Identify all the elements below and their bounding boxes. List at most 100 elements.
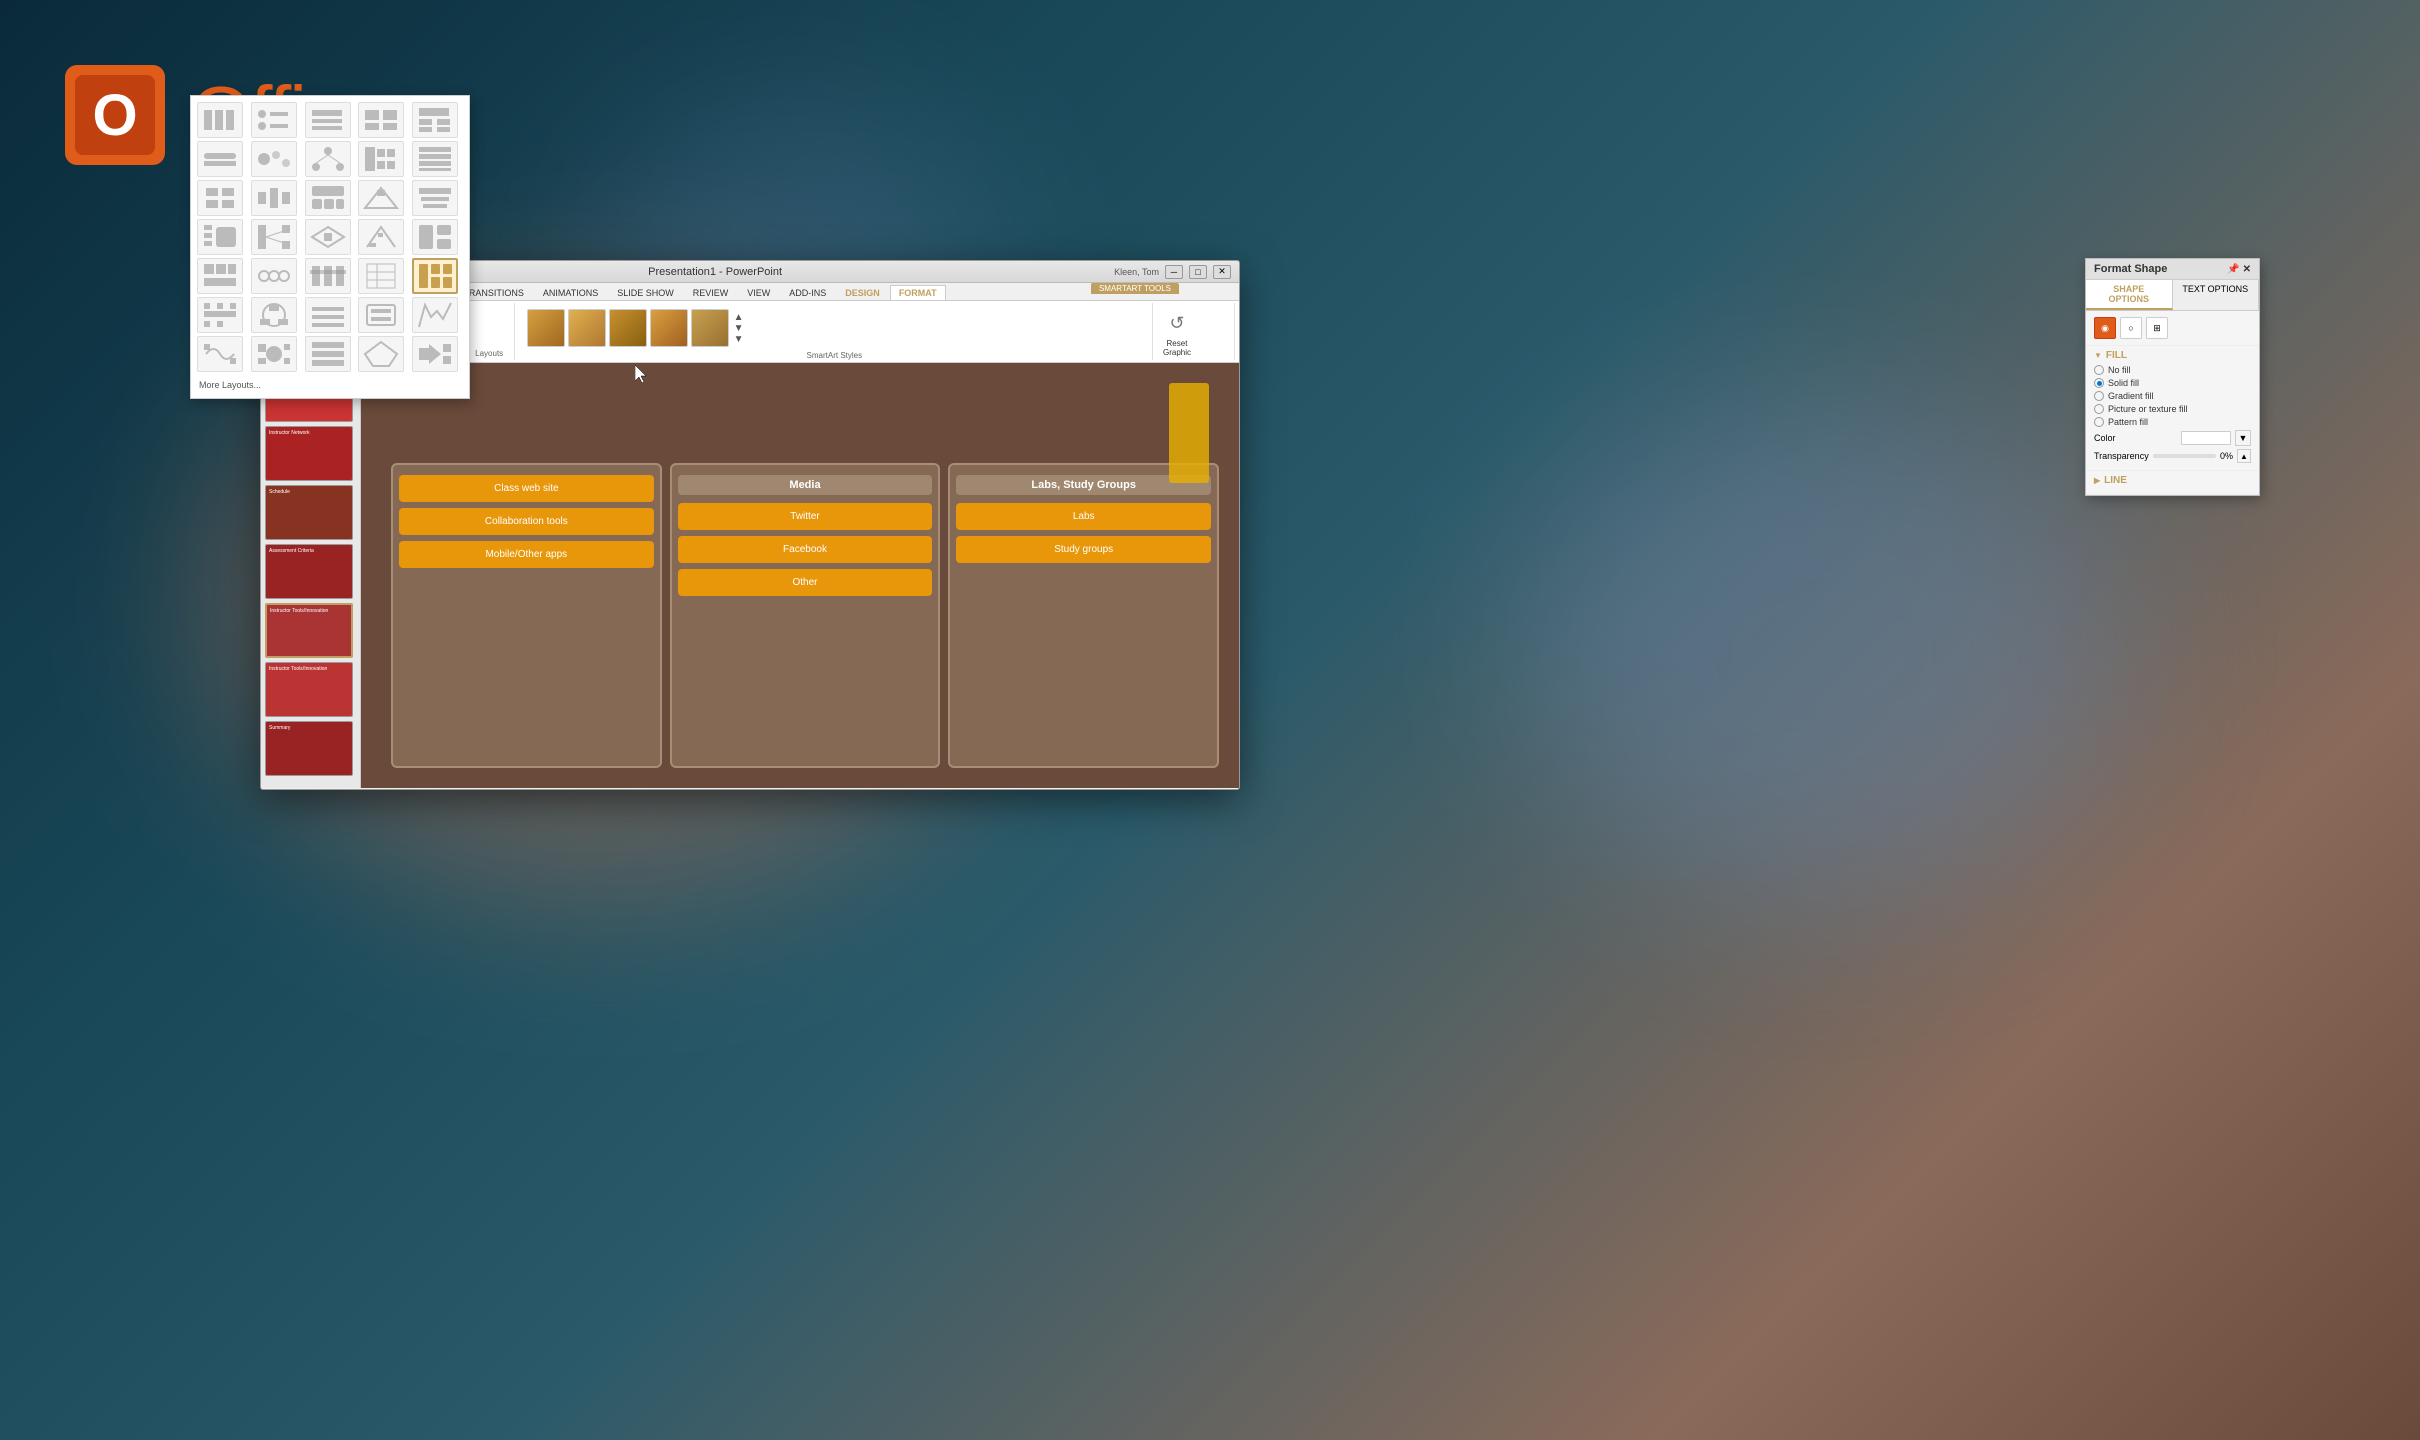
- no-fill-radio[interactable]: [2094, 365, 2104, 375]
- tab-addins[interactable]: ADD-INS: [780, 285, 835, 300]
- col-media-header: Media: [678, 475, 933, 495]
- format-panel-close[interactable]: ✕: [2243, 264, 2251, 275]
- color-row: Color ▼: [2094, 430, 2251, 446]
- no-fill-option[interactable]: No fill: [2094, 365, 2251, 375]
- layout-item-32[interactable]: [251, 336, 297, 372]
- slide-canvas: Class web site Collaboration tools Mobil…: [361, 363, 1239, 788]
- layout-item-20[interactable]: [412, 219, 458, 255]
- cell-labs: Labs: [956, 503, 1211, 530]
- tab-smartart-design[interactable]: DESIGN: [836, 285, 889, 300]
- layout-item-6[interactable]: [197, 141, 243, 177]
- minimize-button[interactable]: ─: [1165, 265, 1183, 279]
- layout-item-7[interactable]: [251, 141, 297, 177]
- style-swatch-5[interactable]: [691, 309, 729, 347]
- layout-item-25-selected[interactable]: [412, 258, 458, 294]
- tab-slideshow[interactable]: SLIDE SHOW: [608, 285, 683, 300]
- format-shape-panel: Format Shape 📌 ✕ SHAPE OPTIONS TEXT OPTI…: [2085, 258, 2260, 496]
- layout-item-31[interactable]: [197, 336, 243, 372]
- slide-panel: 4 Instructor Network 5 Instructor Networ…: [261, 363, 361, 788]
- slide-thumb-9[interactable]: 9 Instructor Tools/Innovation: [265, 662, 353, 717]
- picture-fill-option[interactable]: Picture or texture fill: [2094, 404, 2251, 414]
- transparency-slider[interactable]: [2153, 454, 2216, 458]
- layout-item-11[interactable]: [197, 180, 243, 216]
- style-swatch-2[interactable]: [568, 309, 606, 347]
- layout-item-9[interactable]: [358, 141, 404, 177]
- line-section: ▶ LINE: [2086, 471, 2259, 495]
- gradient-fill-radio[interactable]: [2094, 391, 2104, 401]
- shape-options-tab[interactable]: SHAPE OPTIONS: [2086, 280, 2173, 310]
- style-swatch-1[interactable]: [527, 309, 565, 347]
- color-picker-arrow[interactable]: ▼: [2235, 430, 2251, 446]
- layout-item-18[interactable]: [305, 219, 351, 255]
- styles-scroll-up[interactable]: ▲: [734, 312, 744, 323]
- layout-item-27[interactable]: [251, 297, 297, 333]
- layout-item-1[interactable]: [197, 102, 243, 138]
- pattern-fill-radio[interactable]: [2094, 417, 2104, 427]
- layout-item-26[interactable]: [197, 297, 243, 333]
- layout-item-14[interactable]: [358, 180, 404, 216]
- tab-smartart-format[interactable]: FORMAT: [890, 285, 946, 300]
- smartart-col-2: Media Twitter Facebook Other: [670, 463, 941, 768]
- line-section-title: ▶ LINE: [2094, 475, 2251, 486]
- slide-thumb-5[interactable]: 5 Instructor Network: [265, 426, 353, 481]
- layout-item-17[interactable]: [251, 219, 297, 255]
- slide-thumb-6[interactable]: 6 Schedule: [265, 485, 353, 540]
- format-panel-pin[interactable]: 📌: [2227, 264, 2239, 275]
- layout-item-2[interactable]: [251, 102, 297, 138]
- solid-fill-radio[interactable]: [2094, 378, 2104, 388]
- tab-view[interactable]: VIEW: [738, 285, 779, 300]
- smartart-tools-label: SMARTART TOOLS: [1091, 283, 1179, 294]
- bg-blob-2: [1520, 400, 2120, 900]
- color-picker-btn[interactable]: [2181, 431, 2231, 445]
- tab-review[interactable]: REVIEW: [684, 285, 738, 300]
- transparency-spinner[interactable]: ▲: [2237, 449, 2251, 463]
- layout-item-16[interactable]: [197, 219, 243, 255]
- layout-item-13[interactable]: [305, 180, 351, 216]
- layout-item-29[interactable]: [358, 297, 404, 333]
- size-properties-icon[interactable]: ⊞: [2146, 317, 2168, 339]
- ribbon-group-layouts: Layouts: [465, 303, 515, 360]
- maximize-button[interactable]: □: [1189, 265, 1207, 279]
- layout-item-30[interactable]: [412, 297, 458, 333]
- picture-fill-radio[interactable]: [2094, 404, 2104, 414]
- smartart-container[interactable]: Class web site Collaboration tools Mobil…: [391, 463, 1219, 768]
- tab-animations[interactable]: ANIMATIONS: [534, 285, 607, 300]
- solid-fill-option[interactable]: Solid fill: [2094, 378, 2251, 388]
- layout-item-24[interactable]: [358, 258, 404, 294]
- slide-thumb-8[interactable]: 8 Instructor Tools/Innovation: [265, 603, 353, 658]
- layout-item-35[interactable]: [412, 336, 458, 372]
- text-options-tab[interactable]: TEXT OPTIONS: [2173, 280, 2260, 310]
- slide-thumb-7[interactable]: 7 Assessment Criteria: [265, 544, 353, 599]
- layout-item-8[interactable]: [305, 141, 351, 177]
- layout-item-4[interactable]: [358, 102, 404, 138]
- layout-item-3[interactable]: [305, 102, 351, 138]
- close-button[interactable]: ✕: [1213, 265, 1231, 279]
- user-name: Kleen, Tom: [1114, 267, 1159, 277]
- styles-more[interactable]: ▼: [734, 334, 744, 345]
- layout-item-5[interactable]: [412, 102, 458, 138]
- layout-item-28[interactable]: [305, 297, 351, 333]
- styles-scroll-down[interactable]: ▼: [734, 323, 744, 334]
- style-swatch-3[interactable]: [609, 309, 647, 347]
- yellow-accent-shape: [1169, 383, 1209, 483]
- layout-item-21[interactable]: [197, 258, 243, 294]
- layout-item-33[interactable]: [305, 336, 351, 372]
- effects-icon[interactable]: ○: [2120, 317, 2142, 339]
- more-layouts-btn[interactable]: More Layouts...: [197, 378, 463, 392]
- ribbon-group-smartart-styles: ▲ ▼ ▼ SmartArt Styles: [517, 303, 1153, 360]
- layout-item-19[interactable]: [358, 219, 404, 255]
- layout-item-22[interactable]: [251, 258, 297, 294]
- layout-item-10[interactable]: [412, 141, 458, 177]
- layout-item-34[interactable]: [358, 336, 404, 372]
- style-swatch-4[interactable]: [650, 309, 688, 347]
- gradient-fill-option[interactable]: Gradient fill: [2094, 391, 2251, 401]
- layout-dropdown: More Layouts...: [190, 95, 470, 399]
- cell-other: Other: [678, 569, 933, 596]
- layout-item-15[interactable]: [412, 180, 458, 216]
- layout-item-23[interactable]: [305, 258, 351, 294]
- cell-twitter: Twitter: [678, 503, 933, 530]
- pattern-fill-option[interactable]: Pattern fill: [2094, 417, 2251, 427]
- slide-thumb-10[interactable]: 10 Summary: [265, 721, 353, 776]
- layout-item-12[interactable]: [251, 180, 297, 216]
- fill-line-icon[interactable]: ◉: [2094, 317, 2116, 339]
